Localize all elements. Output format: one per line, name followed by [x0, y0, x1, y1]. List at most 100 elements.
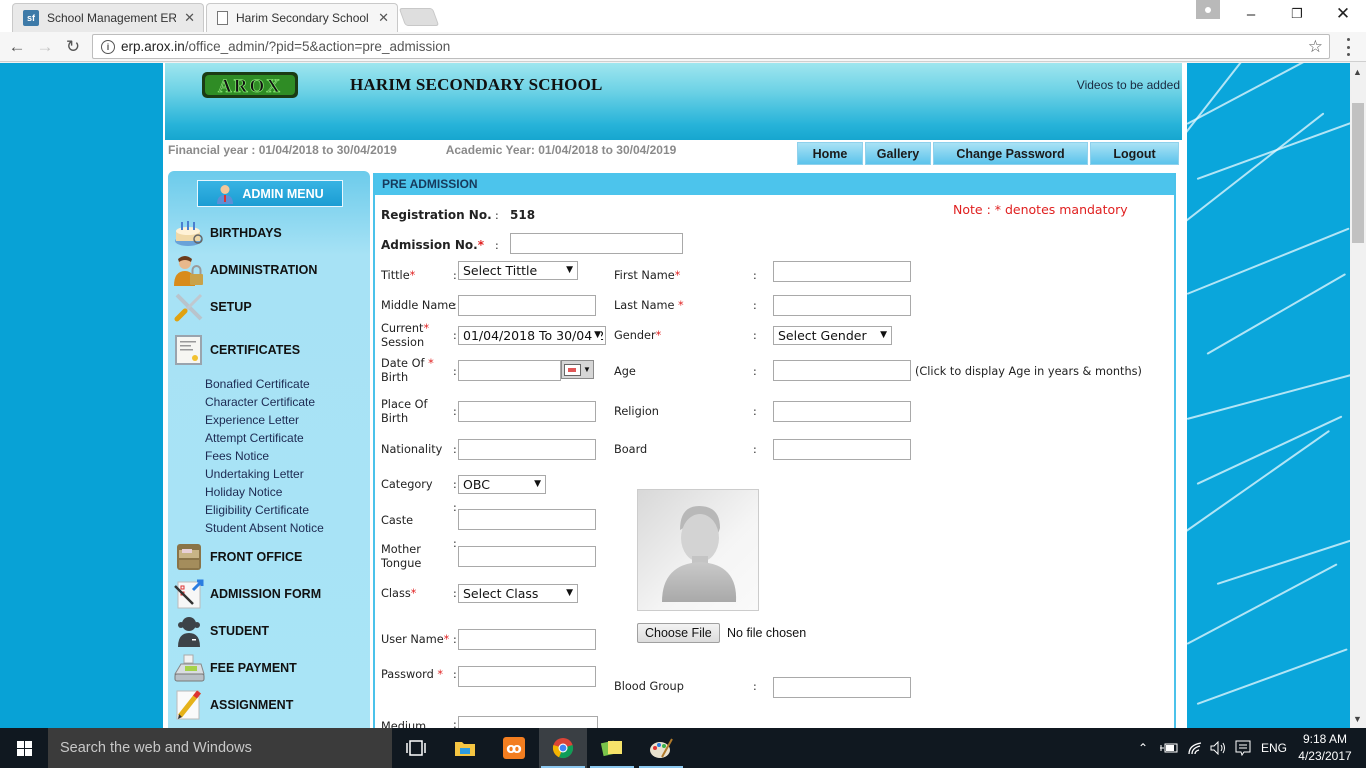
place-of-birth-input[interactable] — [458, 401, 596, 422]
caste-input[interactable] — [458, 509, 596, 530]
sidebar-item-fee-payment[interactable]: FEE PAYMENT — [173, 652, 297, 684]
bookmark-star-icon[interactable]: ☆ — [1308, 37, 1323, 57]
title-select[interactable]: Select Tittle ▼ — [458, 261, 578, 280]
middle-name-input[interactable] — [458, 295, 596, 316]
certificates-submenu: Bonafied Certificate Character Certifica… — [205, 375, 324, 537]
first-name-input[interactable] — [773, 261, 911, 282]
paint-button[interactable] — [637, 728, 685, 768]
sidebar-item-birthdays[interactable]: BIRTHDAYS — [173, 217, 282, 249]
last-name-input[interactable] — [773, 295, 911, 316]
sidebar-item-label: FEE PAYMENT — [210, 661, 297, 675]
action-center[interactable] — [1235, 728, 1251, 768]
sticky-notes-button[interactable] — [588, 728, 636, 768]
submenu-holiday-notice[interactable]: Holiday Notice — [205, 483, 324, 501]
info-icon[interactable]: i — [101, 39, 115, 54]
paint-palette-icon — [650, 738, 673, 758]
tab-title: School Management ERP — [47, 11, 177, 25]
nav-home-button[interactable]: Home — [797, 142, 863, 165]
submenu-student-absent-notice[interactable]: Student Absent Notice — [205, 519, 324, 537]
admin-user-icon — [217, 184, 234, 204]
colon: : — [453, 668, 457, 681]
pencil-icon — [176, 690, 201, 720]
submenu-eligibility-certificate[interactable]: Eligibility Certificate — [205, 501, 324, 519]
admin-menu-header[interactable]: ADMIN MENU — [197, 180, 343, 207]
scroll-up-icon[interactable]: ▲ — [1353, 67, 1362, 77]
admission-no-label: Admission No.* — [381, 238, 484, 252]
xampp-button[interactable]: ꝏ — [490, 728, 538, 768]
close-window-button[interactable]: ✕ — [1320, 0, 1366, 28]
choose-file-button[interactable]: Choose File — [637, 623, 720, 643]
category-select[interactable]: OBC ▼ — [458, 475, 546, 494]
mother-tongue-input[interactable] — [458, 546, 596, 567]
page-viewport: AROX HARIM SECONDARY SCHOOL Videos to be… — [0, 63, 1350, 728]
reload-button[interactable]: ↻ — [62, 36, 84, 58]
address-bar[interactable]: i erp.arox.in/office_admin/?pid=5&action… — [92, 34, 1330, 59]
sidebar-item-front-office[interactable]: FRONT OFFICE — [173, 541, 302, 573]
wifi-tray[interactable] — [1187, 728, 1203, 768]
user-silhouette-icon — [662, 506, 737, 602]
scroll-down-icon[interactable]: ▼ — [1353, 714, 1362, 724]
submenu-character-certificate[interactable]: Character Certificate — [205, 393, 324, 411]
submenu-bonafied-certificate[interactable]: Bonafied Certificate — [205, 375, 324, 393]
taskbar-search[interactable]: Search the web and Windows — [48, 728, 392, 768]
sidebar-item-student[interactable]: STUDENT — [173, 615, 269, 647]
religion-input[interactable] — [773, 401, 911, 422]
restore-button[interactable]: ❐ — [1274, 0, 1320, 28]
profile-button[interactable] — [1196, 0, 1220, 19]
back-button[interactable]: ← — [6, 36, 28, 58]
start-button[interactable] — [0, 728, 48, 768]
close-tab-icon[interactable]: ✕ — [378, 10, 389, 26]
clock-time: 9:18 AM — [1302, 732, 1348, 746]
task-view-button[interactable] — [392, 728, 440, 768]
sidebar-item-certificates[interactable]: CERTIFICATES — [173, 334, 300, 366]
submenu-experience-letter[interactable]: Experience Letter — [205, 411, 324, 429]
nav-logout-button[interactable]: Logout — [1090, 142, 1179, 165]
show-hidden-icons[interactable]: ⌃ — [1138, 728, 1148, 768]
certificate-icon — [175, 335, 202, 365]
session-select[interactable]: 01/04/2018 To 30/04/2019▼ — [458, 326, 606, 345]
battery-tray[interactable] — [1160, 728, 1178, 768]
password-input[interactable] — [458, 666, 596, 687]
volume-tray[interactable] — [1210, 728, 1228, 768]
forward-button[interactable]: → — [34, 36, 56, 58]
close-tab-icon[interactable]: ✕ — [184, 10, 195, 26]
mother-tongue-label: Mother Tongue — [381, 543, 422, 570]
minimize-button[interactable]: – — [1228, 0, 1274, 28]
pre-admission-panel: PRE ADMISSION Note : * denotes mandatory… — [373, 173, 1176, 728]
medium-input[interactable] — [458, 716, 598, 728]
class-select[interactable]: Select Class ▼ — [458, 584, 578, 603]
file-explorer-button[interactable] — [441, 728, 489, 768]
gender-select[interactable]: Select Gender ▼ — [773, 326, 892, 345]
tab-school-management[interactable]: sf School Management ERP ✕ — [12, 3, 204, 32]
submenu-attempt-certificate[interactable]: Attempt Certificate — [205, 429, 324, 447]
admission-no-input[interactable] — [510, 233, 683, 254]
sidebar-item-administration[interactable]: ADMINISTRATION — [173, 254, 317, 286]
tab-harim-secondary[interactable]: Harim Secondary School ✕ — [206, 3, 398, 32]
language-indicator[interactable]: ENG — [1261, 728, 1287, 768]
page-scrollbar[interactable]: ▲ ▼ — [1350, 63, 1366, 728]
colon: : — [495, 239, 499, 252]
age-input[interactable] — [773, 360, 911, 381]
username-label: User Name* — [381, 633, 450, 646]
nav-gallery-button[interactable]: Gallery — [865, 142, 931, 165]
sidebar-item-setup[interactable]: SETUP — [173, 291, 252, 323]
board-input[interactable] — [773, 439, 911, 460]
sidebar-item-admission-form[interactable]: ADMISSION FORM — [173, 578, 321, 610]
colon: : — [453, 443, 457, 456]
blood-group-input[interactable] — [773, 677, 911, 698]
browser-menu-icon[interactable] — [1343, 38, 1353, 56]
nationality-input[interactable] — [458, 439, 596, 460]
chrome-button[interactable] — [539, 728, 587, 768]
medium-label: Medium — [381, 720, 427, 728]
task-view-icon — [406, 740, 426, 756]
submenu-fees-notice[interactable]: Fees Notice — [205, 447, 324, 465]
dob-input[interactable] — [458, 360, 561, 381]
sidebar-item-assignment[interactable]: ASSIGNMENT — [173, 689, 293, 721]
taskbar-clock[interactable]: 9:18 AM 4/23/2017 — [1290, 731, 1360, 765]
submenu-undertaking-letter[interactable]: Undertaking Letter — [205, 465, 324, 483]
date-picker-button[interactable]: ▼ — [561, 360, 594, 379]
new-tab-button[interactable] — [398, 8, 440, 26]
username-input[interactable] — [458, 629, 596, 650]
nav-change-password-button[interactable]: Change Password — [933, 142, 1088, 165]
scrollbar-thumb[interactable] — [1352, 103, 1364, 243]
